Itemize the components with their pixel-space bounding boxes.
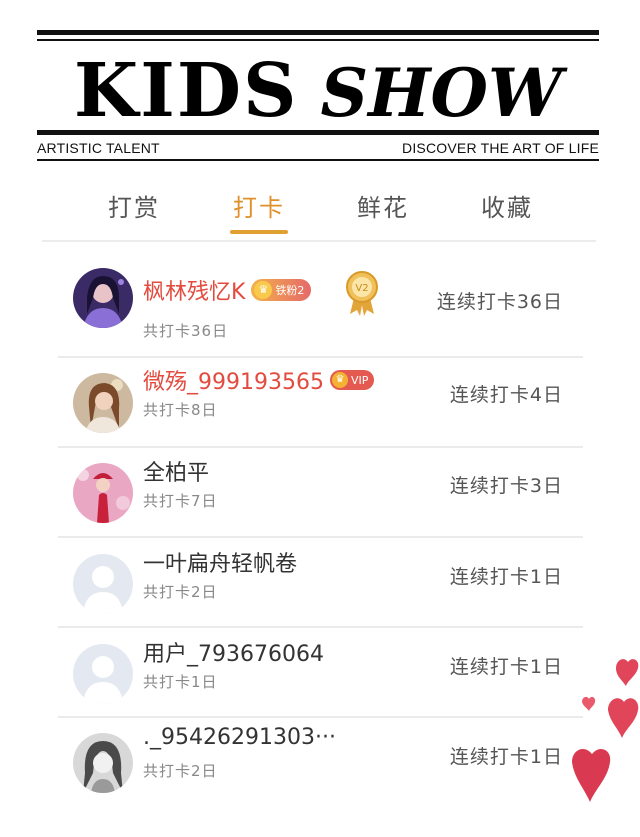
crown-icon: ♛ <box>254 281 273 299</box>
vip-badge-label: VIP <box>350 373 369 387</box>
user-name[interactable]: 微殇_999193565 ♛ VIP <box>143 364 375 396</box>
user-name[interactable]: ._95426291303··· <box>143 725 336 750</box>
user-name[interactable]: 枫林残忆K ♛ 铁粉2 <box>143 274 312 306</box>
user-name-text: 枫林残忆K <box>143 280 246 305</box>
header-rule <box>37 30 599 35</box>
medal-label: V2 <box>355 283 368 294</box>
tab-checkin[interactable]: 打卡 <box>219 188 299 223</box>
avatar[interactable] <box>73 268 133 328</box>
hearts-decoration-icon <box>572 659 639 802</box>
streak-days: 连续打卡1日 <box>449 656 563 678</box>
user-name[interactable]: 全柏平 <box>143 455 209 487</box>
streak-days: 连续打卡3日 <box>449 475 563 497</box>
masthead-word-show: SHOW <box>320 54 563 132</box>
list-item[interactable]: 用户_793676064 共打卡1日 连续打卡1日 <box>58 628 583 718</box>
total-checkins: 共打卡2日 <box>143 762 218 780</box>
default-avatar-icon[interactable] <box>73 554 133 614</box>
masthead-word-kids: KIDS <box>73 48 299 134</box>
tab-bar: 打赏 打卡 鲜花 收藏 <box>72 188 568 240</box>
fan-badge: ♛ 铁粉2 <box>251 279 312 301</box>
default-avatar-icon[interactable] <box>73 644 133 704</box>
list-item[interactable]: 一叶扁舟轻帆卷 共打卡2日 连续打卡1日 <box>58 538 583 628</box>
tab-reward[interactable]: 打赏 <box>94 188 174 223</box>
active-tab-indicator <box>230 230 288 234</box>
magazine-header: KIDS SHOW ARTISTIC TALENT DISCOVER THE A… <box>37 30 599 162</box>
list-item[interactable]: 枫林残忆K ♛ 铁粉2 V2 共打卡36日 连续打卡36日 <box>58 242 583 358</box>
list-item[interactable]: 全柏平 共打卡7日 连续打卡3日 <box>58 448 583 538</box>
total-checkins: 共打卡8日 <box>143 401 218 419</box>
header-rule <box>37 39 599 41</box>
user-name[interactable]: 一叶扁舟轻帆卷 <box>143 546 297 578</box>
list-item[interactable]: ._95426291303··· 共打卡2日 连续打卡1日 <box>58 718 583 808</box>
streak-days: 连续打卡1日 <box>449 566 563 588</box>
streak-days: 连续打卡4日 <box>449 384 563 406</box>
crown-icon: ♛ <box>331 372 348 388</box>
total-checkins: 共打卡2日 <box>143 583 218 601</box>
medal-icon: V2 <box>346 271 378 316</box>
vip-badge: ♛ VIP <box>329 370 375 390</box>
avatar[interactable] <box>73 733 133 793</box>
fan-badge-label: 铁粉2 <box>275 284 305 297</box>
header-rule <box>37 159 599 161</box>
checkin-list: 枫林残忆K ♛ 铁粉2 V2 共打卡36日 连续打卡36日 微殇_999193565… <box>58 242 583 808</box>
streak-days: 连续打卡36日 <box>436 291 563 313</box>
streak-days: 连续打卡1日 <box>449 746 563 768</box>
avatar[interactable] <box>73 463 133 523</box>
user-name[interactable]: 用户_793676064 <box>143 636 324 668</box>
tagline-left: ARTISTIC TALENT <box>37 140 160 156</box>
tagline-right: DISCOVER THE ART OF LIFE <box>402 140 599 156</box>
avatar[interactable] <box>73 373 133 433</box>
user-name-text: 微殇_999193565 <box>143 370 324 395</box>
tab-favorites[interactable]: 收藏 <box>467 188 547 223</box>
total-checkins: 共打卡36日 <box>143 322 229 340</box>
header-rule <box>37 130 599 135</box>
total-checkins: 共打卡1日 <box>143 673 218 691</box>
list-item[interactable]: 微殇_999193565 ♛ VIP 共打卡8日 连续打卡4日 <box>58 358 583 448</box>
total-checkins: 共打卡7日 <box>143 492 218 510</box>
tab-flowers[interactable]: 鲜花 <box>343 188 423 223</box>
